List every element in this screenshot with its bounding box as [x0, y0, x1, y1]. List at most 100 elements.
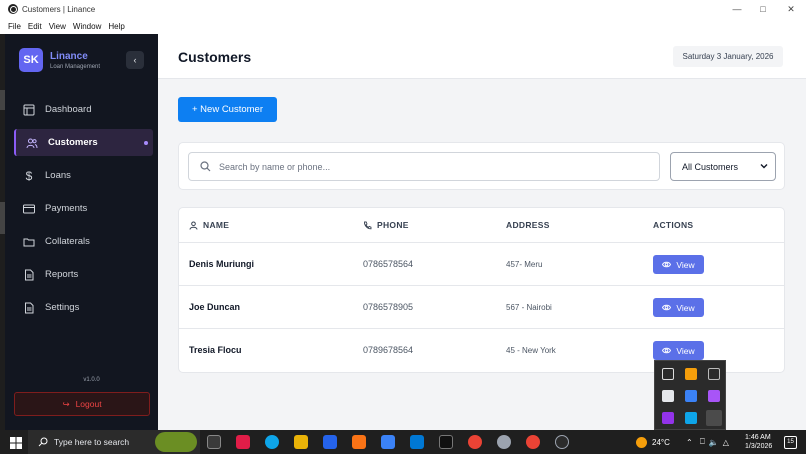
column-header-actions: ACTIONS: [653, 220, 693, 230]
eye-icon: [662, 260, 672, 269]
view-customer-button[interactable]: View: [653, 298, 704, 317]
mail-icon[interactable]: [323, 435, 337, 449]
layout-icon: [23, 104, 35, 116]
customer-address: 567 - Nairobi: [506, 303, 552, 312]
menu-edit[interactable]: Edit: [28, 22, 42, 31]
page-title: Customers: [178, 49, 252, 65]
volume-icon[interactable]: 🔈: [709, 438, 719, 447]
temperature: 24°C: [652, 437, 670, 447]
customer-filter-select[interactable]: All Customers: [670, 152, 776, 181]
terminal-icon[interactable]: [439, 435, 453, 449]
sidebar-item-dashboard[interactable]: Dashboard: [5, 96, 158, 123]
eye-icon: [662, 303, 672, 312]
maximize-button[interactable]: □: [748, 0, 778, 18]
customer-phone: 0786578905: [363, 302, 414, 312]
wifi-icon[interactable]: △: [723, 438, 729, 447]
column-header-label: PHONE: [377, 220, 409, 230]
battery-icon[interactable]: [662, 390, 674, 402]
column-header-phone[interactable]: PHONE: [363, 220, 409, 230]
taskbar: Type here to search 24°C ⌃ ⎕ 🔈 △ 1:46 AM…: [0, 430, 806, 454]
customer-phone: 0786578564: [363, 259, 414, 269]
logout-label: Logout: [75, 399, 102, 409]
chevron-up-icon: ⌃: [686, 437, 693, 447]
customer-name: Joe Duncan: [189, 302, 241, 312]
menu-window[interactable]: Window: [73, 22, 101, 31]
vscode-icon[interactable]: [410, 435, 424, 449]
chat-icon[interactable]: [708, 368, 720, 380]
sidebar-item-collaterals[interactable]: Collaterals: [5, 228, 158, 255]
credit-card-icon: [23, 203, 35, 215]
column-header-name[interactable]: NAME: [189, 220, 229, 230]
brand-logo: SK: [19, 48, 43, 72]
sidebar-item-payments[interactable]: Payments: [5, 195, 158, 222]
new-customer-button[interactable]: + New Customer: [178, 97, 277, 122]
search-icon: [200, 161, 211, 172]
taskbar-search-placeholder: Type here to search: [54, 437, 130, 447]
keyboard-icon[interactable]: ⎕: [700, 437, 705, 447]
outlook-icon[interactable]: [381, 435, 395, 449]
customers-table: NAME PHONE ADDRESS ACTIONS Denis Muriung…: [178, 207, 785, 373]
sidebar-item-label: Loans: [45, 170, 71, 181]
user-icon: [189, 221, 198, 230]
file-icon: [23, 302, 35, 314]
brand: SK Linance Loan Management: [19, 48, 100, 72]
electron-app-icon[interactable]: [555, 435, 569, 449]
menu-help[interactable]: Help: [108, 22, 124, 31]
search-highlight-icon[interactable]: [155, 432, 197, 452]
view-label: View: [676, 302, 695, 313]
notification-center-button[interactable]: 15: [784, 430, 797, 454]
pen-app-icon[interactable]: [706, 410, 722, 426]
store-icon[interactable]: [352, 435, 366, 449]
users-icon: [26, 137, 38, 149]
logout-icon: ↪: [62, 398, 70, 409]
eye-icon: [662, 346, 672, 355]
tray-overflow-popup: [654, 360, 726, 430]
current-date: Saturday 3 January, 2026: [673, 46, 783, 67]
network-app-icon[interactable]: [685, 390, 697, 402]
window-title-bar: Customers | Linance — □ ✕: [0, 0, 806, 18]
copilot-icon[interactable]: [236, 435, 250, 449]
window-title: Customers | Linance: [22, 4, 96, 14]
sun-icon: [636, 436, 647, 448]
collapse-sidebar-button[interactable]: ‹: [126, 51, 144, 69]
menu-file[interactable]: File: [8, 22, 21, 31]
sidebar-item-label: Settings: [45, 302, 80, 313]
logout-button[interactable]: ↪ Logout: [14, 392, 150, 416]
view-customer-button[interactable]: View: [653, 341, 704, 360]
customer-phone: 0789678564: [363, 345, 414, 355]
notification-icon: 15: [784, 435, 797, 449]
chevron-down-icon: [759, 161, 769, 171]
windows-start-icon[interactable]: [10, 436, 22, 449]
color-app-icon[interactable]: [708, 390, 720, 402]
tray-overflow-chevron[interactable]: ⌃: [686, 430, 693, 454]
search-input[interactable]: Search by name or phone...: [188, 152, 660, 181]
media-app-icon[interactable]: [662, 412, 674, 424]
system-clock[interactable]: 1:46 AM 1/3/2026: [745, 433, 772, 451]
phone-icon: [363, 221, 372, 230]
sidebar-item-loans[interactable]: $ Loans: [5, 162, 158, 189]
search-card: Search by name or phone... All Customers: [178, 142, 785, 190]
app-icon: [8, 4, 18, 14]
sidebar-item-label: Collaterals: [45, 236, 90, 247]
edge-browser-icon[interactable]: [265, 435, 279, 449]
bluetooth-icon[interactable]: [685, 412, 697, 424]
close-button[interactable]: ✕: [776, 0, 806, 18]
sidebar-item-customers[interactable]: Customers: [14, 129, 153, 156]
sidebar-item-reports[interactable]: Reports: [5, 261, 158, 288]
brand-subtitle: Loan Management: [50, 63, 101, 70]
task-view-icon[interactable]: [207, 435, 221, 449]
table-row: Joe Duncan 0786578905 567 - Nairobi View: [179, 286, 784, 329]
settings-gear-icon[interactable]: [497, 435, 511, 449]
menu-bar: File Edit View Window Help: [0, 18, 806, 34]
column-header-address[interactable]: ADDRESS: [506, 220, 550, 230]
usb-icon[interactable]: [662, 368, 674, 380]
sidebar-item-settings[interactable]: Settings: [5, 294, 158, 321]
menu-view[interactable]: View: [49, 22, 66, 31]
file-explorer-icon[interactable]: [294, 435, 308, 449]
security-icon[interactable]: [685, 368, 697, 380]
chrome-icon[interactable]: [526, 435, 540, 449]
view-customer-button[interactable]: View: [653, 255, 704, 274]
weather-widget[interactable]: 24°C: [636, 430, 670, 454]
chrome-profile-icon[interactable]: [468, 435, 482, 449]
sidebar: SK Linance Loan Management ‹ Dashboard C…: [5, 34, 158, 430]
